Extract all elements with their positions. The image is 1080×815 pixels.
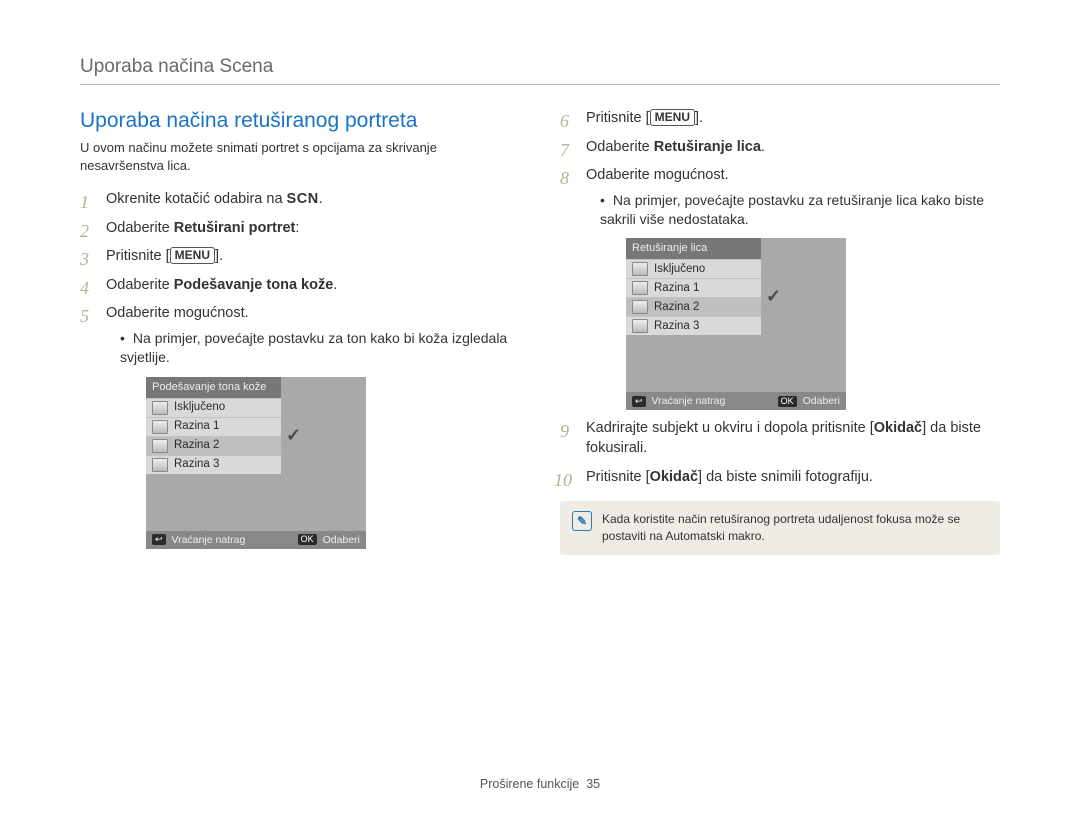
section-title: Uporaba načina retuširanog portreta (80, 109, 520, 133)
info-icon: ✎ (572, 511, 592, 531)
left-bullet: Na primjer, povećajte postavku za ton ka… (120, 329, 520, 367)
page-header: Uporaba načina Scena (80, 56, 1000, 85)
intro-text: U ovom načinu možete snimati portret s o… (80, 139, 520, 174)
right-column: 6Pritisnite [MENU]. 7Odaberite Retuširan… (560, 109, 1000, 558)
right-steps: 6Pritisnite [MENU]. 7Odaberite Retuširan… (560, 109, 1000, 487)
camera-menu-face-retouch: Retuširanje lica Isključeno Razina 1 Raz… (626, 238, 846, 410)
page-footer: Proširene funkcije 35 (0, 777, 1080, 791)
camera-menu-skin-tone: Podešavanje tona kože Isključeno Razina … (146, 377, 366, 549)
right-bullet: Na primjer, povećajte postavku za retuši… (600, 191, 1000, 229)
check-icon (766, 284, 788, 306)
info-note: ✎ Kada koristite način retuširanog portr… (560, 501, 1000, 555)
left-steps: 1Okrenite kotačić odabira na SCN. 2Odabe… (80, 190, 520, 549)
check-icon (286, 423, 308, 445)
left-column: Uporaba načina retuširanog portreta U ov… (80, 109, 520, 558)
